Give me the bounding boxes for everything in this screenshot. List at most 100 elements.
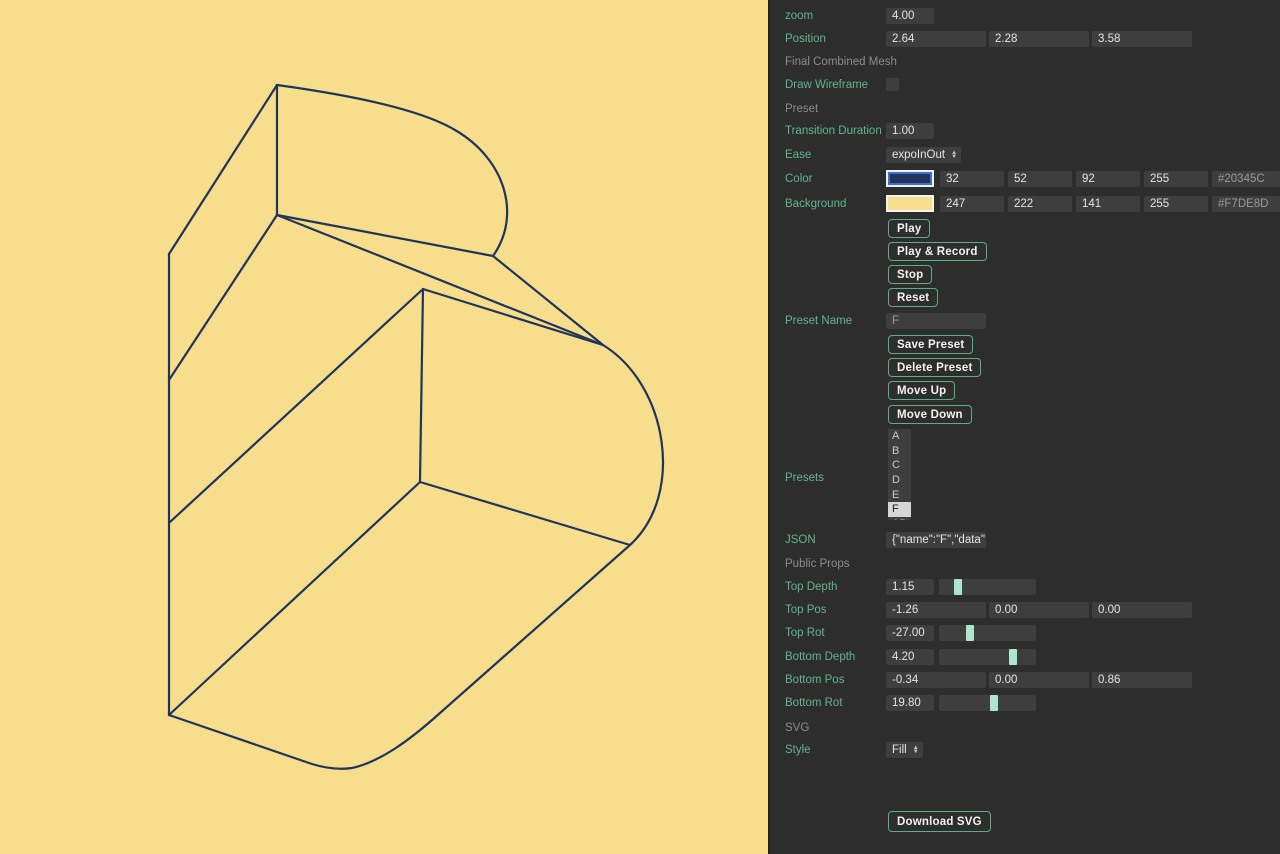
public-props-section-label: Public Props: [785, 556, 850, 572]
zoom-label: zoom: [785, 8, 813, 24]
letterform-edge: [277, 215, 493, 256]
move-up-button[interactable]: Move Up: [888, 381, 955, 400]
background-b-input[interactable]: 141: [1076, 196, 1140, 212]
app-window: zoom 4.00 Position 2.64 2.28 3.58 Final …: [0, 0, 1280, 854]
bottom-rot-label: Bottom Rot: [785, 695, 843, 711]
background-g-input[interactable]: 222: [1008, 196, 1072, 212]
letterform-edge: [170, 289, 423, 522]
color-hex-input[interactable]: #20345C: [1212, 171, 1280, 187]
position-x-input[interactable]: 2.64: [886, 31, 986, 47]
presets-listbox[interactable]: ABCDEFAB: [888, 429, 911, 520]
json-label: JSON: [785, 532, 816, 548]
stop-button[interactable]: Stop: [888, 265, 932, 284]
ease-label: Ease: [785, 147, 811, 163]
ease-select[interactable]: expoInOut ▲▼: [886, 147, 961, 163]
top-rot-slider-thumb[interactable]: [966, 625, 974, 641]
letterform-edge: [423, 289, 603, 345]
color-swatch[interactable]: [886, 170, 934, 187]
top-depth-input[interactable]: 1.15: [886, 579, 934, 595]
control-panel: zoom 4.00 Position 2.64 2.28 3.58 Final …: [768, 0, 1280, 854]
color-r-input[interactable]: 32: [940, 171, 1004, 187]
style-label: Style: [785, 742, 811, 758]
top-pos-y-input[interactable]: 0.00: [989, 602, 1089, 618]
bottom-depth-label: Bottom Depth: [785, 649, 855, 665]
json-input-value: {"name":"F","data":[{: [892, 534, 986, 546]
letterform-edge: [169, 215, 277, 380]
background-label: Background: [785, 196, 846, 212]
bottom-depth-slider-thumb[interactable]: [1009, 649, 1017, 665]
draw-wireframe-checkbox[interactable]: [886, 78, 899, 91]
select-arrows-icon: ▲▼: [951, 151, 957, 159]
letterform-edge: [420, 482, 630, 545]
letterform-edge: [277, 85, 507, 256]
top-depth-label: Top Depth: [785, 579, 837, 595]
bottom-pos-x-input[interactable]: -0.34: [886, 672, 986, 688]
preset-item-c[interactable]: C: [888, 458, 911, 473]
bottom-rot-input[interactable]: 19.80: [886, 695, 934, 711]
color-a-input[interactable]: 255: [1144, 171, 1208, 187]
ease-select-value: expoInOut: [892, 149, 945, 161]
draw-wireframe-label: Draw Wireframe: [785, 77, 868, 93]
letterform-edge: [169, 482, 420, 715]
background-r-input[interactable]: 247: [940, 196, 1004, 212]
background-hex-input[interactable]: #F7DE8D: [1212, 196, 1280, 212]
letter-b-wireframe-drawing: [0, 0, 768, 854]
position-y-input[interactable]: 2.28: [989, 31, 1089, 47]
delete-preset-button[interactable]: Delete Preset: [888, 358, 981, 377]
color-g-input[interactable]: 52: [1008, 171, 1072, 187]
play-record-button[interactable]: Play & Record: [888, 242, 987, 261]
preset-item-f[interactable]: F: [888, 502, 911, 517]
position-label: Position: [785, 31, 826, 47]
top-pos-label: Top Pos: [785, 602, 827, 618]
save-preset-button[interactable]: Save Preset: [888, 335, 973, 354]
3d-viewport[interactable]: [0, 0, 768, 854]
letterform-edge: [493, 256, 603, 345]
position-z-input[interactable]: 3.58: [1092, 31, 1192, 47]
preset-item-b[interactable]: B: [888, 444, 911, 459]
top-rot-label: Top Rot: [785, 625, 825, 641]
background-a-input[interactable]: 255: [1144, 196, 1208, 212]
bottom-depth-input[interactable]: 4.20: [886, 649, 934, 665]
top-rot-slider[interactable]: [939, 625, 1036, 641]
reset-button[interactable]: Reset: [888, 288, 938, 307]
letterform-edge: [277, 215, 603, 345]
top-rot-input[interactable]: -27.00: [886, 625, 934, 641]
top-pos-x-input[interactable]: -1.26: [886, 602, 986, 618]
transition-duration-label: Transition Duration: [785, 123, 882, 139]
bottom-rot-slider-thumb[interactable]: [990, 695, 998, 711]
preset-section-label: Preset: [785, 101, 818, 117]
background-swatch[interactable]: [886, 195, 934, 212]
style-select[interactable]: Fill ▲▼: [886, 742, 923, 758]
bottom-pos-z-input[interactable]: 0.86: [1092, 672, 1192, 688]
presets-label: Presets: [785, 470, 824, 486]
transition-duration-input[interactable]: 1.00: [886, 123, 934, 139]
bottom-pos-label: Bottom Pos: [785, 672, 844, 688]
letterform-edges: [169, 85, 663, 769]
letterform-edge: [169, 85, 277, 254]
json-input[interactable]: {"name":"F","data":[{: [886, 532, 986, 548]
letterform-edge: [169, 545, 630, 769]
download-svg-button[interactable]: Download SVG: [888, 811, 991, 832]
color-b-input[interactable]: 92: [1076, 171, 1140, 187]
move-down-button[interactable]: Move Down: [888, 405, 972, 424]
select-arrows-icon: ▲▼: [913, 746, 919, 754]
bottom-depth-slider[interactable]: [939, 649, 1036, 665]
preset-item-ab[interactable]: AB: [888, 517, 911, 520]
play-button[interactable]: Play: [888, 219, 930, 238]
preset-name-input[interactable]: F: [886, 313, 986, 329]
top-depth-slider[interactable]: [939, 579, 1036, 595]
final-mesh-section-label: Final Combined Mesh: [785, 54, 897, 70]
style-select-value: Fill: [892, 744, 907, 756]
preset-item-e[interactable]: E: [888, 487, 911, 502]
bottom-pos-y-input[interactable]: 0.00: [989, 672, 1089, 688]
preset-item-a[interactable]: A: [888, 429, 911, 444]
preset-item-d[interactable]: D: [888, 473, 911, 488]
svg-section-label: SVG: [785, 720, 809, 736]
preset-name-label: Preset Name: [785, 313, 852, 329]
top-depth-slider-thumb[interactable]: [954, 579, 962, 595]
color-label: Color: [785, 171, 812, 187]
letterform-edge: [603, 345, 663, 545]
bottom-rot-slider[interactable]: [939, 695, 1036, 711]
top-pos-z-input[interactable]: 0.00: [1092, 602, 1192, 618]
zoom-input[interactable]: 4.00: [886, 8, 934, 24]
